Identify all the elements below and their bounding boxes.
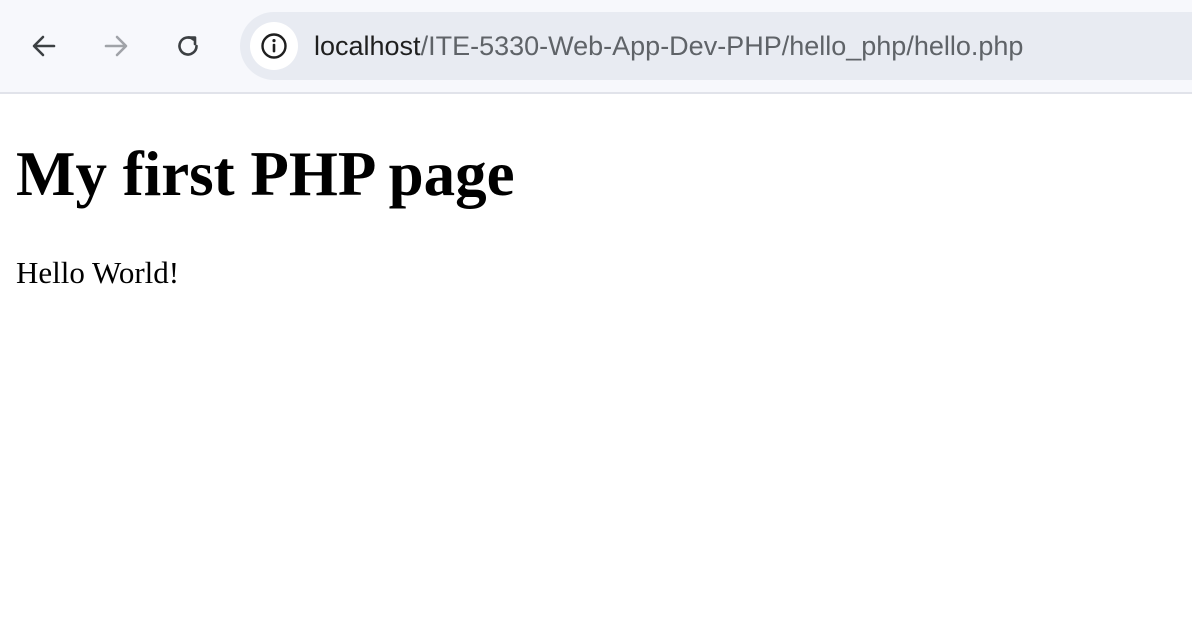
reload-button[interactable] bbox=[164, 22, 212, 70]
address-bar[interactable]: localhost/ITE-5330-Web-App-Dev-PHP/hello… bbox=[240, 12, 1192, 80]
back-arrow-icon bbox=[32, 35, 56, 57]
reload-icon bbox=[178, 36, 198, 56]
page-heading: My first PHP page bbox=[16, 139, 515, 209]
forward-button[interactable] bbox=[92, 22, 140, 70]
forward-arrow-icon bbox=[104, 35, 128, 57]
url-path: /ITE-5330-Web-App-Dev-PHP/hello_php/hell… bbox=[420, 31, 1024, 61]
browser-toolbar: localhost/ITE-5330-Web-App-Dev-PHP/hello… bbox=[0, 0, 1192, 94]
site-info-button[interactable] bbox=[250, 22, 298, 70]
url-text[interactable]: localhost/ITE-5330-Web-App-Dev-PHP/hello… bbox=[314, 12, 1023, 80]
body-text: Hello World! bbox=[16, 255, 180, 290]
info-icon bbox=[261, 33, 287, 59]
back-button[interactable] bbox=[20, 22, 68, 70]
url-host: localhost bbox=[314, 31, 421, 61]
